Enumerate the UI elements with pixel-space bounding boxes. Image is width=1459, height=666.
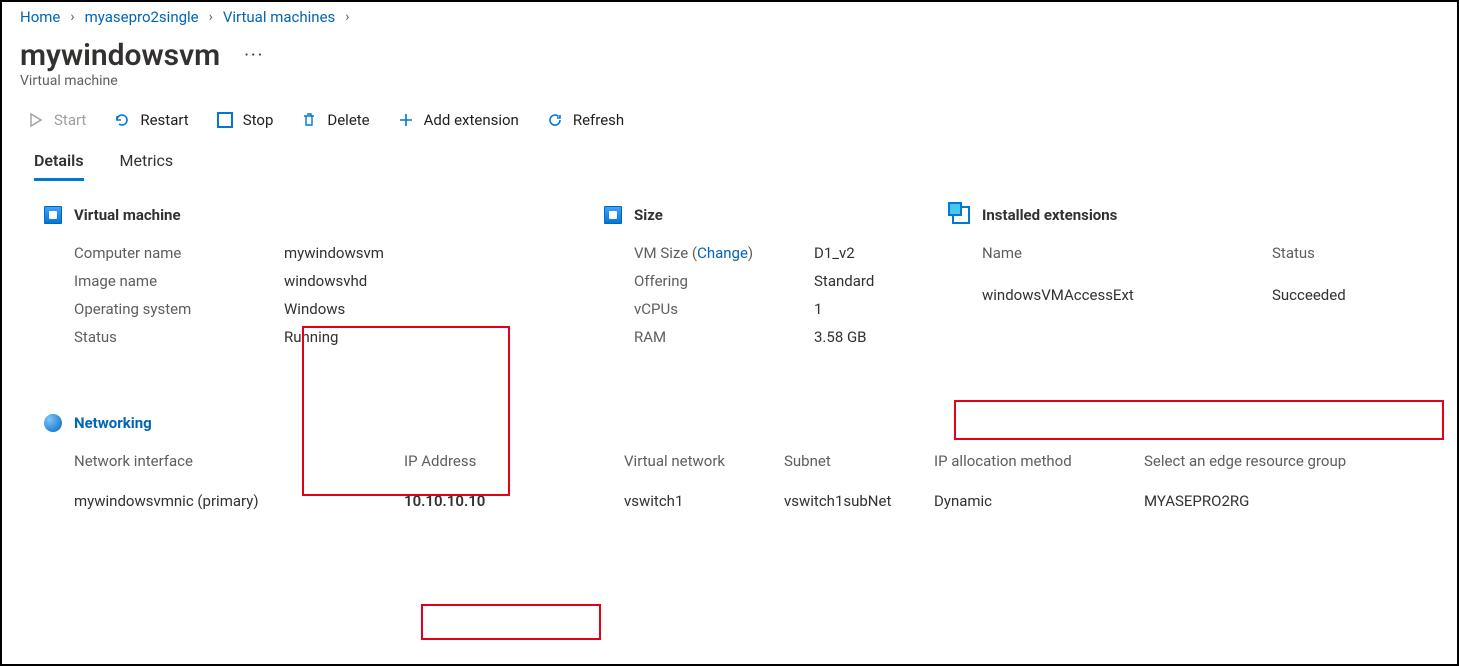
size-icon: [604, 206, 622, 224]
tabs: Details Metrics: [2, 139, 1457, 182]
net-col-alloc: IP allocation method: [934, 452, 1144, 470]
stop-label: Stop: [243, 111, 274, 129]
start-label: Start: [54, 111, 86, 129]
trash-icon: [301, 112, 317, 128]
network-row[interactable]: mywindowsvmnic (primary) 10.10.10.10 vsw…: [74, 492, 1424, 510]
net-vnet: vswitch1: [624, 492, 784, 510]
label-image-name: Image name: [74, 272, 284, 290]
ext-col-status: Status: [1272, 244, 1432, 262]
chevron-right-icon: ›: [209, 9, 213, 25]
restart-button[interactable]: Restart: [114, 111, 188, 129]
tab-metrics[interactable]: Metrics: [120, 151, 174, 181]
refresh-button[interactable]: Refresh: [547, 111, 624, 129]
net-subnet: vswitch1subNet: [784, 492, 934, 510]
add-extension-button[interactable]: Add extension: [398, 111, 519, 129]
delete-label: Delete: [327, 111, 369, 129]
vm-icon: [44, 206, 62, 224]
chevron-right-icon: ›: [70, 9, 74, 25]
net-col-vnet: Virtual network: [624, 452, 784, 470]
plus-icon: [398, 112, 414, 128]
breadcrumb: Home › myasepro2single › Virtual machine…: [2, 2, 1457, 28]
tab-details[interactable]: Details: [34, 151, 84, 181]
label-status: Status: [74, 328, 284, 346]
net-col-edge: Select an edge resource group: [1144, 452, 1444, 470]
ext-col-name: Name: [982, 244, 1272, 262]
restart-icon: [114, 112, 130, 128]
value-ram: 3.58 GB: [814, 328, 934, 346]
breadcrumb-home[interactable]: Home: [20, 8, 60, 26]
more-actions-button[interactable]: ···: [244, 45, 264, 66]
breadcrumb-section[interactable]: Virtual machines: [223, 8, 335, 26]
label-offering: Offering: [634, 272, 814, 290]
extensions-icon: [952, 206, 970, 224]
ext-name: windowsVMAccessExt: [982, 286, 1272, 304]
change-size-link[interactable]: Change: [697, 244, 748, 262]
add-extension-label: Add extension: [424, 111, 519, 129]
play-icon: [28, 112, 44, 128]
breadcrumb-resource[interactable]: myasepro2single: [85, 8, 199, 26]
net-col-iface: Network interface: [74, 452, 404, 470]
value-computer-name: mywindowsvm: [284, 244, 584, 262]
net-col-subnet: Subnet: [784, 452, 934, 470]
value-os: Windows: [284, 300, 584, 318]
label-vcpus: vCPUs: [634, 300, 814, 318]
page-title: mywindowsvm: [20, 38, 220, 73]
toolbar: Start Restart Stop Delete Add extension …: [2, 103, 1457, 139]
net-alloc: Dynamic: [934, 492, 1144, 510]
globe-icon: [44, 414, 62, 432]
stop-icon: [217, 112, 233, 128]
label-computer-name: Computer name: [74, 244, 284, 262]
start-button: Start: [28, 111, 86, 129]
page-subtitle: Virtual machine: [2, 73, 1457, 103]
section-networking-title: Networking: [74, 414, 152, 432]
highlight-ip-address: [421, 604, 601, 640]
label-vm-size: VM Size (Change): [634, 244, 814, 262]
restart-label: Restart: [140, 111, 188, 129]
section-extensions-title: Installed extensions: [982, 206, 1117, 224]
section-vm-title: Virtual machine: [74, 206, 181, 224]
value-offering: Standard: [814, 272, 934, 290]
section-size-title: Size: [634, 206, 663, 224]
label-ram: RAM: [634, 328, 814, 346]
value-status: Running: [284, 328, 584, 346]
chevron-right-icon: ›: [345, 9, 349, 25]
delete-button[interactable]: Delete: [301, 111, 369, 129]
section-networking-header[interactable]: Networking: [44, 414, 1424, 432]
net-col-ip: IP Address: [404, 452, 624, 470]
refresh-icon: [547, 112, 563, 128]
net-edge: MYASEPRO2RG: [1144, 492, 1444, 510]
section-extensions-header: Installed extensions: [952, 206, 1432, 224]
net-ip: 10.10.10.10: [404, 492, 624, 510]
value-image-name: windowsvhd: [284, 272, 584, 290]
label-os: Operating system: [74, 300, 284, 318]
ext-status: Succeeded: [1272, 286, 1432, 304]
extension-row[interactable]: windowsVMAccessExt Succeeded: [982, 280, 1432, 310]
value-vm-size: D1_v2: [814, 244, 934, 262]
refresh-label: Refresh: [573, 111, 624, 129]
section-vm-header: Virtual machine: [44, 206, 584, 224]
section-size-header: Size: [604, 206, 934, 224]
value-vcpus: 1: [814, 300, 934, 318]
stop-button[interactable]: Stop: [217, 111, 274, 129]
net-iface: mywindowsvmnic (primary): [74, 492, 404, 510]
